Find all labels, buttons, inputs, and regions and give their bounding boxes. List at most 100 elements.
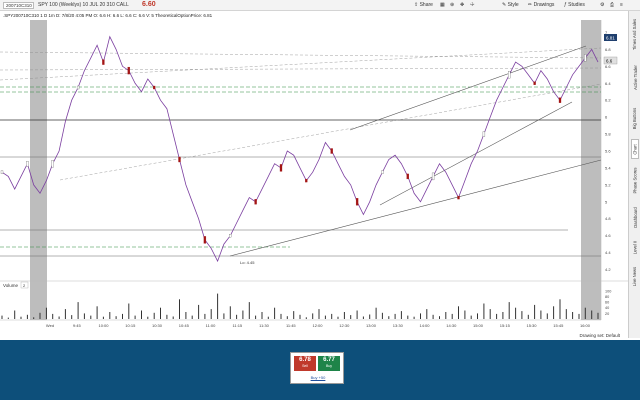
price-tick-label: 6.4 [605,81,611,86]
volume-bar [546,313,548,319]
volume-bar [369,314,371,319]
zoom-icon[interactable]: ⊕ [450,2,454,8]
price-candle [431,172,435,181]
volume-tick-label: 100 [605,289,611,293]
volume-bar [312,313,314,319]
price-tick-label: 4.2 [605,267,611,272]
right-side-tabs: Times And Sales Active Trader Big Button… [628,11,640,338]
volume-label: Volume [3,283,19,288]
volume-bar [153,312,155,319]
price-chart[interactable]: Lo: 4.45 7 6.8 6.6 6.4 6.2 6 5.8 5.6 5.4 5.2 5 4.8 4… [0,20,628,338]
time-tick-label: 11:30 [259,323,269,328]
tab-chart[interactable]: Chart [631,139,639,159]
volume-bar [172,316,174,319]
price-candle [76,85,80,90]
volume-bar [71,315,73,319]
volume-bar [261,312,263,319]
trend-line[interactable] [349,45,587,131]
volume-bar [553,306,555,319]
volume-bar [77,302,79,319]
tab-big-buttons[interactable]: Big Buttons [631,99,639,137]
volume-bar [337,316,339,319]
drawing-set-label[interactable]: Drawing set: Default [579,333,620,338]
volume-bar [388,316,390,319]
volume-bar [1,315,3,319]
buy-button[interactable]: 6.77 Buy [318,356,340,371]
price-candle [51,160,54,168]
volume-bar [7,317,9,319]
time-tick-label: 12:30 [339,323,350,328]
volume-bar [331,313,333,319]
volume-bar [432,314,434,319]
share-icon: ⇪ [414,2,419,8]
tab-live-news[interactable]: Live News [631,261,639,291]
tab-times-and-sales[interactable]: Times And Sales [631,13,639,55]
volume-bar [236,314,238,319]
price-tick-label: 4.4 [605,250,611,255]
tab-level-ii[interactable]: Level II [631,235,639,259]
price-bubble-last-text: 6.6 [606,59,613,64]
tab-active-trader[interactable]: Active Trader [631,57,639,97]
time-tick-label: 15:45 [553,323,564,328]
volume-tick-label: 60 [605,301,609,305]
price-candle [26,161,29,167]
settings-icon[interactable]: ⚙ [600,2,604,8]
buy-quantity-link[interactable]: Buy +50 [291,375,345,380]
share-button[interactable]: ⇪ Share [414,2,433,8]
last-price: 6.60 [142,1,156,8]
volume-bar [496,313,498,319]
price-candle [508,71,511,79]
volume-bar [318,309,320,319]
trend-line[interactable] [59,83,602,181]
chart-canvas[interactable]: Lo: 4.45 76.86.66.46.265.85.65.45.254.84… [0,20,628,338]
trend-line[interactable] [229,159,602,257]
time-tick-label: 16:00 [580,323,591,328]
drawings-button[interactable]: ✏ Drawings [528,2,554,8]
volume-bar [198,304,200,319]
volume-bar [179,299,180,319]
volume-bar [90,315,92,319]
price-tick-label: 6.6 [605,64,611,69]
price-candle [102,59,105,65]
volume-bar [14,310,16,319]
time-tick-label: 12:00 [312,323,323,328]
price-candle [406,173,409,180]
tab-dashboard[interactable]: Dashboard [631,201,639,233]
volume-bar [166,314,168,319]
time-tick-label: 10:15 [125,323,136,328]
volume-bar [160,307,161,319]
volume-tick-label: 80 [605,295,609,299]
menu-icon[interactable]: ≡ [620,2,623,8]
print-icon[interactable]: ⎙ [610,2,614,8]
price-candle [355,198,359,206]
volume-bar [248,302,250,319]
symbol-input[interactable]: 200710C310 [3,2,34,9]
time-tick-label: 11:45 [286,323,296,328]
volume-bar [52,313,54,319]
studies-button[interactable]: ƒ Studies [564,2,585,8]
horizontal-line[interactable] [0,67,602,71]
volume-bar [470,315,472,319]
crosshair-icon[interactable]: ✥ [460,2,464,8]
volume-bar [33,317,35,319]
pan-icon[interactable]: ☩ [470,2,474,8]
volume-bar [445,312,447,319]
sell-button[interactable]: 6.78 Sell [294,356,316,371]
volume-bar [591,310,593,319]
volume-bar [255,315,257,319]
trade-widget: 6.78 Sell 6.77 Buy Buy +50 [290,352,344,384]
flexible-grid-icon[interactable]: ▦ [440,2,445,8]
volume-axis: 100 80 6040 20 [605,289,611,316]
style-button[interactable]: ✎ Style [502,2,519,8]
time-tick-label: 9:45 [73,323,82,328]
time-tick-label: 14:00 [419,323,430,328]
volume-bar [64,309,66,319]
price-candle [305,178,308,183]
price-candle [229,234,232,238]
tab-phase-scores[interactable]: Phase Scores [631,161,639,199]
time-tick-label: 15:30 [526,323,537,328]
volume-bar [458,306,459,319]
time-tick-label: 11:00 [206,323,216,328]
price-candle [153,85,156,90]
volume-bar [356,310,358,319]
